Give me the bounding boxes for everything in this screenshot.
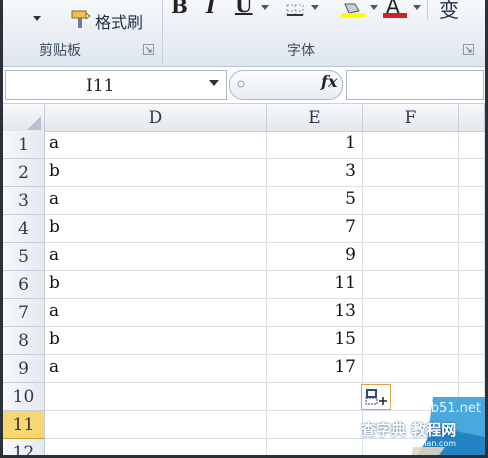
select-all-triangle-icon (27, 116, 41, 130)
border-dropdown-arrow[interactable] (311, 5, 319, 10)
ribbon: 格式刷 剪贴板 B I U A 变 字体 (3, 0, 485, 67)
name-box-value: I11 (86, 76, 115, 96)
cell-f[interactable] (363, 327, 459, 355)
cell-d[interactable]: b (45, 215, 267, 243)
paste-dropdown-arrow[interactable] (33, 16, 41, 21)
cell-g[interactable] (459, 327, 485, 355)
partial-ribbon-button[interactable]: 变 (439, 0, 459, 23)
cell-g[interactable] (459, 131, 485, 159)
cell-e[interactable]: 5 (267, 187, 363, 215)
row-header[interactable]: 2 (3, 159, 45, 187)
row-header[interactable]: 7 (3, 299, 45, 327)
cell-d[interactable]: a (45, 131, 267, 159)
cell-e[interactable]: 13 (267, 299, 363, 327)
italic-button[interactable]: I (206, 0, 215, 18)
cell-e[interactable]: 7 (267, 215, 363, 243)
cell-g[interactable] (459, 159, 485, 187)
column-header-d[interactable]: D (45, 104, 267, 132)
cell-e[interactable]: 1 (267, 131, 363, 159)
format-painter-button[interactable]: 格式刷 (67, 6, 157, 32)
group-separator (162, 0, 163, 64)
cell-e[interactable]: 3 (267, 159, 363, 187)
cell-e[interactable]: 17 (267, 355, 363, 383)
row-header[interactable]: 11 (3, 411, 45, 439)
cell-d[interactable]: b (45, 271, 267, 299)
row-header[interactable]: 1 (3, 131, 45, 159)
clipboard-dialog-launcher-icon[interactable] (143, 44, 154, 55)
border-icon (286, 4, 304, 16)
font-color-swatch (383, 13, 407, 18)
clipboard-group-label: 剪贴板 (39, 43, 81, 59)
row-header[interactable]: 10 (3, 383, 45, 411)
cell-g[interactable] (459, 271, 485, 299)
cell-e[interactable]: 15 (267, 327, 363, 355)
column-header-f[interactable]: F (363, 104, 459, 132)
formula-input[interactable] (346, 70, 484, 100)
underline-dropdown-arrow[interactable] (261, 5, 269, 10)
cell-d[interactable] (45, 411, 267, 439)
row-header[interactable]: 8 (3, 327, 45, 355)
watermark-url: jiaocheng.chazidian.com (357, 439, 457, 448)
cell-d[interactable] (45, 439, 267, 455)
format-painter-icon (71, 10, 91, 28)
bold-button[interactable]: B (171, 0, 188, 18)
cell-g[interactable] (459, 355, 485, 383)
cell-e[interactable]: 11 (267, 271, 363, 299)
cell-d[interactable]: a (45, 299, 267, 327)
watermark: jb51.net 查字典 教程网 jiaocheng.chazidian.com (355, 397, 485, 455)
cell-d[interactable]: a (45, 355, 267, 383)
fill-color-dropdown-arrow[interactable] (370, 5, 378, 10)
name-box[interactable]: I11 (5, 70, 227, 100)
grip-icon (237, 80, 245, 88)
cell-f[interactable] (363, 243, 459, 271)
row-header[interactable]: 3 (3, 187, 45, 215)
cell-d[interactable]: a (45, 243, 267, 271)
cell-f[interactable] (363, 187, 459, 215)
font-dialog-launcher-icon[interactable] (463, 44, 474, 55)
fill-color-button[interactable] (341, 0, 367, 20)
column-header-e[interactable]: E (267, 104, 363, 132)
cell-e[interactable] (267, 411, 363, 439)
cell-f[interactable] (363, 271, 459, 299)
cell-f[interactable] (363, 131, 459, 159)
font-group-label: 字体 (287, 43, 315, 59)
cell-g[interactable] (459, 299, 485, 327)
row-header[interactable]: 4 (3, 215, 45, 243)
row-header[interactable]: 12 (3, 439, 45, 455)
row-header[interactable]: 6 (3, 271, 45, 299)
font-color-button[interactable]: A (383, 0, 409, 20)
cell-e[interactable] (267, 383, 363, 411)
cell-e[interactable]: 9 (267, 243, 363, 271)
group-separator (427, 0, 428, 20)
cell-g[interactable] (459, 187, 485, 215)
font-color-dropdown-arrow[interactable] (413, 5, 421, 10)
cell-f[interactable] (363, 215, 459, 243)
cell-d[interactable] (45, 383, 267, 411)
format-painter-label: 格式刷 (95, 13, 144, 32)
excel-window: 格式刷 剪贴板 B I U A 变 字体 I11 fx D E F 1 a 1 … (3, 0, 485, 455)
underline-button[interactable]: U (235, 0, 252, 17)
column-header-next[interactable] (459, 104, 485, 132)
cell-d[interactable]: b (45, 327, 267, 355)
chevron-down-icon[interactable] (209, 80, 219, 86)
row-header[interactable]: 9 (3, 355, 45, 383)
cell-d[interactable]: a (45, 187, 267, 215)
watermark-tagline: 查字典 教程网 (361, 421, 457, 439)
cell-e[interactable] (267, 439, 363, 455)
border-button[interactable] (285, 2, 307, 16)
cell-g[interactable] (459, 215, 485, 243)
cell-f[interactable] (363, 299, 459, 327)
formula-bar: I11 fx (3, 67, 485, 104)
select-all-corner[interactable] (3, 104, 45, 132)
insert-function-button[interactable]: fx (321, 72, 337, 91)
cell-f[interactable] (363, 159, 459, 187)
cell-d[interactable]: b (45, 159, 267, 187)
fill-color-swatch (341, 13, 365, 18)
row-header[interactable]: 5 (3, 243, 45, 271)
watermark-site: jb51.net (427, 401, 481, 416)
cell-f[interactable] (363, 355, 459, 383)
cell-g[interactable] (459, 243, 485, 271)
